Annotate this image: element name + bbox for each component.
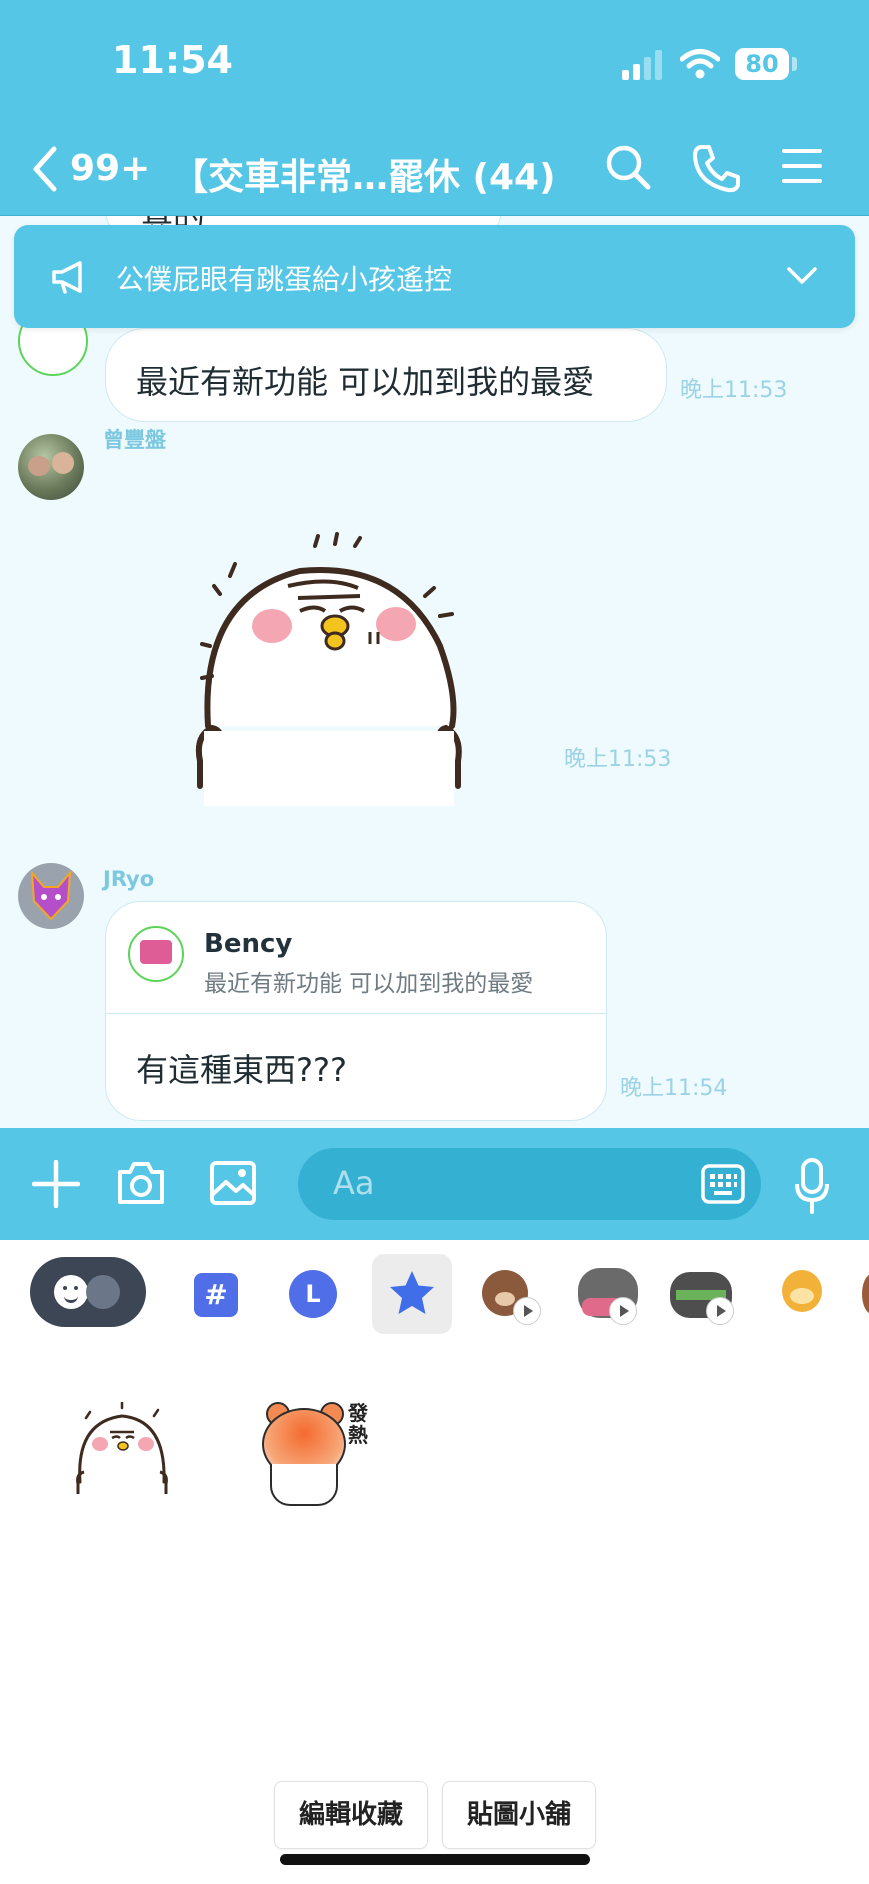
phone-icon[interactable] [692,143,740,193]
wifi-icon [680,49,720,79]
bear-icon [86,1275,120,1309]
bird-sticker-thumb[interactable] [72,1402,172,1502]
quoted-avatar-logo [140,940,172,964]
sticker-shop-button[interactable]: 貼圖小舖 [442,1781,596,1849]
plus-icon[interactable] [32,1160,80,1208]
sender-name: 曾豐盤 [103,428,166,452]
reply-divider [106,1013,606,1014]
camera-icon[interactable] [116,1160,166,1206]
image-icon[interactable] [209,1160,257,1206]
sticker-time: 晚上11:53 [564,747,672,772]
hamster-tab[interactable] [782,1270,822,1312]
message-time: 晚上11:53 [680,378,788,403]
message-input[interactable]: Aa [298,1148,761,1220]
edit-favorites-button[interactable]: 編輯收藏 [274,1781,428,1849]
back-chevron-icon[interactable] [30,145,60,193]
reply-message-bubble[interactable]: Bency 最近有新功能 可以加到我的最愛 有這種東西??? [105,901,607,1121]
avatar-face [52,452,74,474]
play-badge-icon [706,1297,734,1325]
message-time: 晚上11:54 [620,1076,728,1101]
battery-indicator: 80 [735,48,789,80]
message-bubble[interactable]: 最近有新功能 可以加到我的最愛 [105,328,667,422]
hashtag-tab[interactable]: # [194,1273,238,1317]
battery-tip [792,57,797,71]
chevron-down-icon[interactable] [786,265,818,287]
menu-icon[interactable] [782,147,822,185]
sticker-panel: # L 發熱 編輯收藏 貼圖小舖 [0,1240,869,1884]
avatar-face [28,456,50,476]
chat-header: 99+ 【交車非常…罷休 (44) [0,125,869,216]
favorites-tab[interactable] [372,1254,452,1334]
home-indicator [280,1854,590,1865]
line-tab[interactable]: L [289,1270,337,1318]
message-text: 最近有新功能 可以加到我的最愛 [136,363,595,401]
status-bar: 11:54 80 [0,0,869,125]
play-badge-icon [609,1297,637,1325]
wolf-avatar-icon [30,871,72,921]
unread-count[interactable]: 99+ [70,148,150,189]
star-icon [390,1271,434,1314]
sender-name: JRyo [103,867,155,891]
message-text: 有這種東西??? [136,1051,347,1089]
hot-sticker-label: 發熱 [348,1401,368,1447]
chat-title[interactable]: 【交車非常…罷休 (44) [172,148,556,200]
quoted-name: Bency [204,929,293,959]
more-tab[interactable] [862,1274,869,1314]
emoji-tab[interactable] [30,1257,146,1327]
signal-icon [622,50,662,80]
chat-area[interactable]: 真的 最近有新功能 可以加到我的最愛 晚上11:53 曾豐盤 晚上11:53 [0,216,869,1128]
avatar-sender[interactable] [18,434,84,500]
bear-hot-sticker[interactable]: 發熱 [262,1401,368,1512]
search-icon[interactable] [604,143,652,191]
megaphone-icon [52,261,82,294]
keyboard-icon[interactable] [701,1164,745,1204]
bird-sticker[interactable] [190,516,470,816]
smiley-icon [54,1275,88,1309]
play-badge-icon [513,1297,541,1325]
avatar-jryo[interactable] [18,863,84,929]
status-time: 11:54 [112,38,233,82]
announcement-bar[interactable]: 公僕屁眼有跳蛋給小孩遙控 [14,225,855,328]
quoted-text: 最近有新功能 可以加到我的最愛 [204,971,534,997]
announcement-text: 公僕屁眼有跳蛋給小孩遙控 [116,263,453,296]
input-placeholder: Aa [333,1164,375,1202]
quoted-avatar [128,926,184,982]
microphone-icon[interactable] [794,1158,830,1214]
